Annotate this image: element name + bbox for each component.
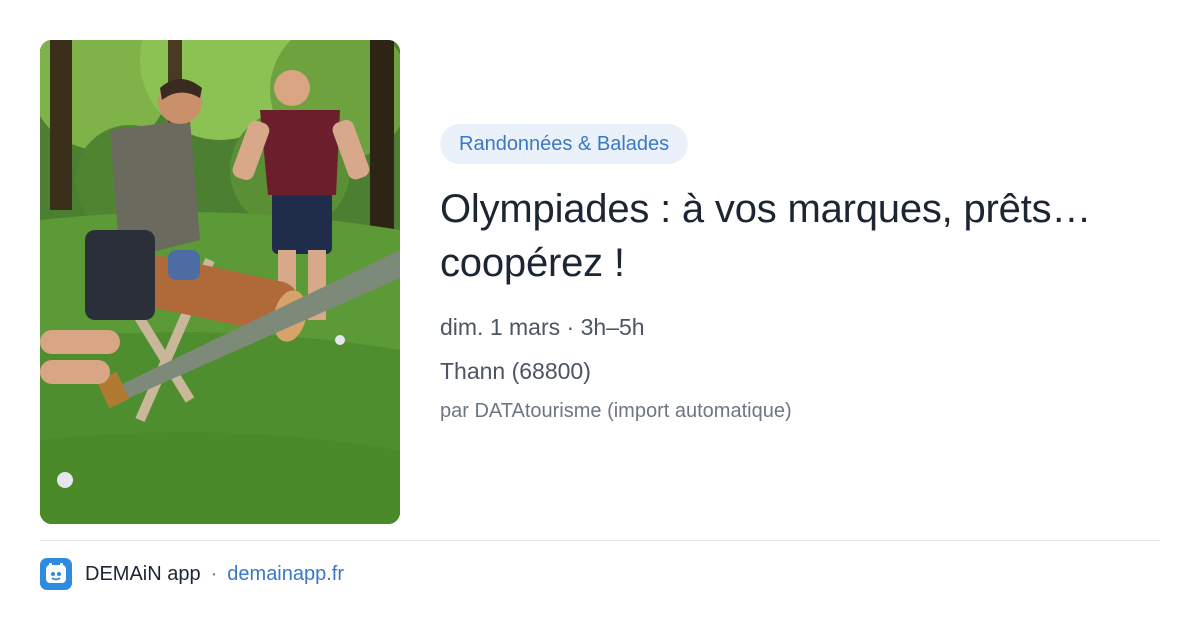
event-preview-card[interactable]: Randonnées & Balades Olympiades : à vos …	[0, 0, 1200, 630]
app-name: DEMAiN app	[85, 562, 201, 585]
event-location: Thann (68800)	[440, 358, 591, 384]
footer-separator: ·	[210, 562, 218, 585]
event-title[interactable]: Olympiades : à vos marques, prêts… coopé…	[440, 182, 1170, 290]
app-website-link[interactable]: demainapp.fr	[227, 563, 344, 586]
footer-divider	[40, 540, 1160, 541]
event-source: par DATAtourisme (import automatique)	[440, 400, 792, 422]
event-date: dim. 1 mars · 3h–5h	[440, 314, 645, 340]
event-info: Randonnées & Balades Olympiades : à vos …	[440, 124, 1170, 424]
event-photo	[40, 40, 400, 524]
demain-app-logo-icon	[40, 558, 72, 590]
category-badge[interactable]: Randonnées & Balades	[440, 124, 689, 164]
footer: DEMAiN app · demainapp.fr	[40, 558, 344, 590]
